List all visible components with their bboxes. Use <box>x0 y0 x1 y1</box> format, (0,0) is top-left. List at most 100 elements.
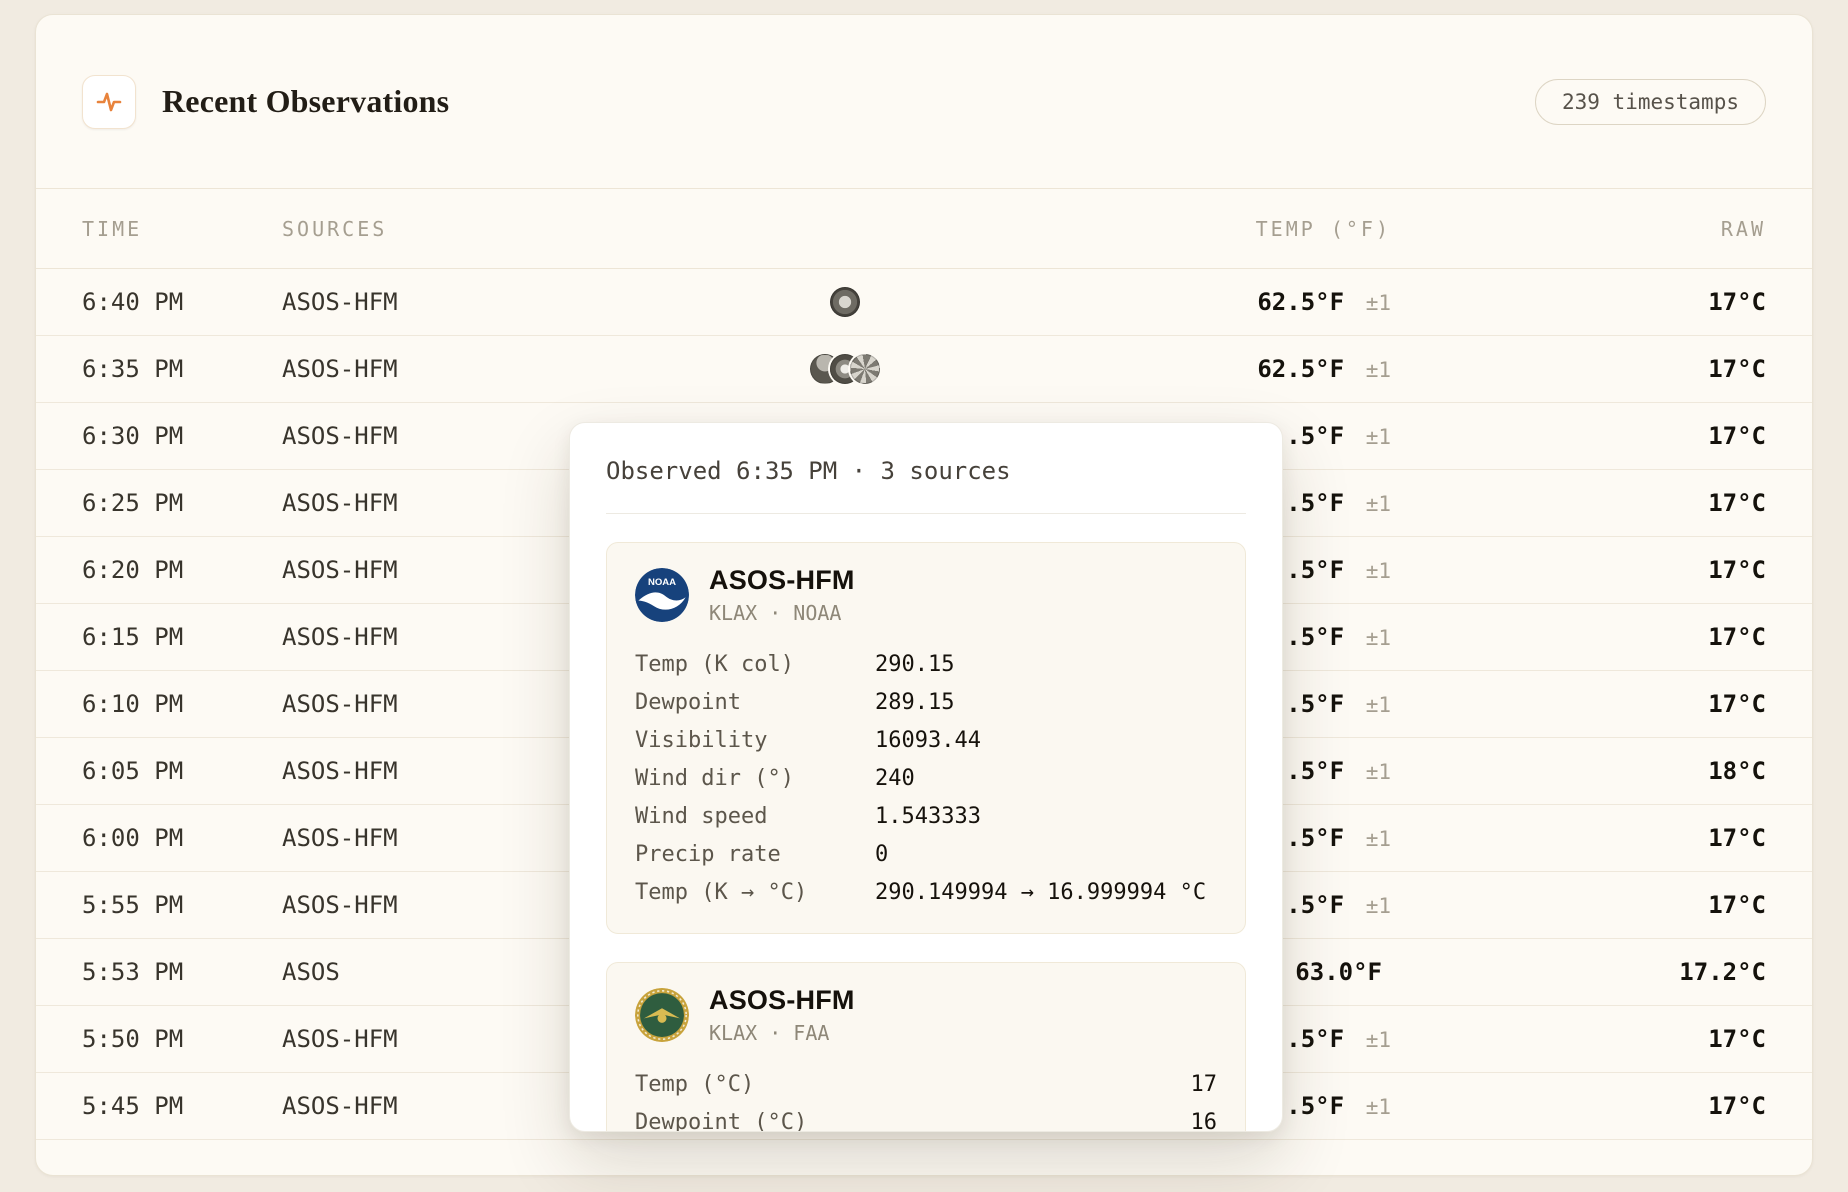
field-label: Temp (K col) <box>635 652 875 677</box>
row-temp-uncertainty: ±1 <box>1353 693 1391 717</box>
svg-text:NOAA: NOAA <box>648 577 676 588</box>
popover-title: Observed 6:35 PM · 3 sources <box>606 457 1246 514</box>
popover-source-card: NOAA ASOS-HFM KLAX · FAA Temp (°C) 17 <box>606 962 1246 1132</box>
field-value: 290.149994 → 16.999994 °C <box>875 880 1206 905</box>
field-label: Temp (K → °C) <box>635 880 875 905</box>
row-temp-value: .5°F <box>1286 757 1344 785</box>
row-source-name: ASOS-HFM <box>282 757 398 785</box>
row-raw: 17°C <box>1391 355 1766 383</box>
column-header-sources: SOURCES <box>282 217 1141 241</box>
row-temp-uncertainty: ±1 <box>1353 358 1391 382</box>
row-source-name: ASOS-HFM <box>282 690 398 718</box>
table-row[interactable]: 6:40 PM ASOS-HFM 62.5°F ±1 17°C <box>36 269 1812 336</box>
row-time: 6:40 PM <box>82 288 282 316</box>
row-temp-uncertainty: ±1 <box>1353 559 1391 583</box>
activity-icon <box>82 75 136 129</box>
row-temp-uncertainty: ±1 <box>1353 492 1391 516</box>
card-header: Recent Observations 239 timestamps <box>36 15 1812 189</box>
row-source-name: ASOS-HFM <box>282 355 398 383</box>
row-temp-value: .5°F <box>1286 489 1344 517</box>
row-time: 5:45 PM <box>82 1092 282 1120</box>
source-field-row: Temp (°C) 17 <box>635 1065 1217 1103</box>
row-time: 6:35 PM <box>82 355 282 383</box>
source-card-header: NOAA ASOS-HFM KLAX · NOAA <box>635 565 1217 625</box>
row-temp-value: .5°F <box>1286 1092 1344 1120</box>
source-station: KLAX · NOAA <box>709 601 855 625</box>
source-field-row: Temp (K col) 290.15 <box>635 645 1217 683</box>
row-source-icons[interactable] <box>770 336 920 402</box>
field-value: 289.15 <box>875 690 954 715</box>
row-time: 6:05 PM <box>82 757 282 785</box>
source-field-row: Temp (K → °C) 290.149994 → 16.999994 °C <box>635 873 1217 911</box>
seal-seal-icon <box>830 287 860 317</box>
table-header: TIME SOURCES TEMP (°F) RAW <box>36 189 1812 269</box>
row-source: ASOS-HFM <box>282 336 1141 402</box>
row-temp-value: .5°F <box>1286 690 1344 718</box>
source-logo: NOAA <box>635 568 689 622</box>
row-raw: 17°C <box>1391 1092 1766 1120</box>
source-identity: ASOS-HFM KLAX · NOAA <box>709 565 855 625</box>
timestamps-count-badge: 239 timestamps <box>1535 79 1766 125</box>
row-source-icons[interactable] <box>770 269 920 335</box>
faa-logo-icon <box>635 988 689 1042</box>
source-field-row: Visibility 16093.44 <box>635 721 1217 759</box>
row-time: 6:20 PM <box>82 556 282 584</box>
row-time: 6:30 PM <box>82 422 282 450</box>
row-raw: 17°C <box>1391 623 1766 651</box>
row-source-name: ASOS-HFM <box>282 489 398 517</box>
field-label: Precip rate <box>635 842 875 867</box>
field-value: 16 <box>1191 1110 1218 1133</box>
row-source-name: ASOS <box>282 958 340 986</box>
row-raw: 17°C <box>1391 288 1766 316</box>
row-temp-uncertainty: ±1 <box>1353 894 1391 918</box>
row-temp-uncertainty: ±1 <box>1353 291 1391 315</box>
row-source-name: ASOS-HFM <box>282 891 398 919</box>
row-source-name: ASOS-HFM <box>282 824 398 852</box>
row-source-name: ASOS-HFM <box>282 556 398 584</box>
popover-source-card: NOAA ASOS-HFM KLAX · NOAA Temp (K col) 2… <box>606 542 1246 934</box>
row-temp: 62.5°F ±1 <box>1141 355 1391 383</box>
field-value: 16093.44 <box>875 728 981 753</box>
field-value: 240 <box>875 766 915 791</box>
source-fields: Temp (K col) 290.15 Dewpoint 289.15 Visi… <box>635 645 1217 911</box>
row-temp-uncertainty: ±1 <box>1353 827 1391 851</box>
row-raw: 17°C <box>1391 489 1766 517</box>
row-raw: 17°C <box>1391 690 1766 718</box>
row-temp-value: .5°F <box>1286 891 1344 919</box>
row-temp: 62.5°F ±1 <box>1141 288 1391 316</box>
field-label: Wind speed <box>635 804 875 829</box>
field-value: 290.15 <box>875 652 954 677</box>
row-raw: 17°C <box>1391 891 1766 919</box>
table-row[interactable]: 6:35 PM ASOS-HFM 62.5°F ±1 17°C <box>36 336 1812 403</box>
field-label: Visibility <box>635 728 875 753</box>
row-raw: 17°C <box>1391 556 1766 584</box>
source-field-row: Precip rate 0 <box>635 835 1217 873</box>
field-label: Dewpoint <box>635 690 875 715</box>
source-name: ASOS-HFM <box>709 985 855 1016</box>
field-value: 17 <box>1191 1072 1218 1097</box>
row-temp-value: 63.0°F <box>1295 958 1382 986</box>
row-temp-value: .5°F <box>1286 422 1344 450</box>
column-header-temp: TEMP (°F) <box>1141 217 1391 241</box>
row-source-name: ASOS-HFM <box>282 422 398 450</box>
row-temp-uncertainty: ±1 <box>1353 1028 1391 1052</box>
row-source-name: ASOS-HFM <box>282 1092 398 1120</box>
column-header-raw: RAW <box>1391 217 1766 241</box>
row-time: 5:50 PM <box>82 1025 282 1053</box>
row-raw: 18°C <box>1391 757 1766 785</box>
row-raw: 17°C <box>1391 422 1766 450</box>
row-raw: 17°C <box>1391 824 1766 852</box>
popover-sources: NOAA ASOS-HFM KLAX · NOAA Temp (K col) 2… <box>606 542 1246 1132</box>
observation-popover: Observed 6:35 PM · 3 sources NOAA ASO <box>569 422 1283 1132</box>
row-source-name: ASOS-HFM <box>282 288 398 316</box>
source-field-row: Wind dir (°) 240 <box>635 759 1217 797</box>
source-station: KLAX · FAA <box>709 1021 855 1045</box>
row-source-name: ASOS-HFM <box>282 1025 398 1053</box>
source-card-header: NOAA ASOS-HFM KLAX · FAA <box>635 985 1217 1045</box>
row-source-name: ASOS-HFM <box>282 623 398 651</box>
row-temp-value: .5°F <box>1286 1025 1344 1053</box>
row-time: 5:55 PM <box>82 891 282 919</box>
row-temp-uncertainty: ±1 <box>1353 1095 1391 1119</box>
row-source: ASOS-HFM <box>282 269 1141 335</box>
page-title: Recent Observations <box>162 83 449 120</box>
